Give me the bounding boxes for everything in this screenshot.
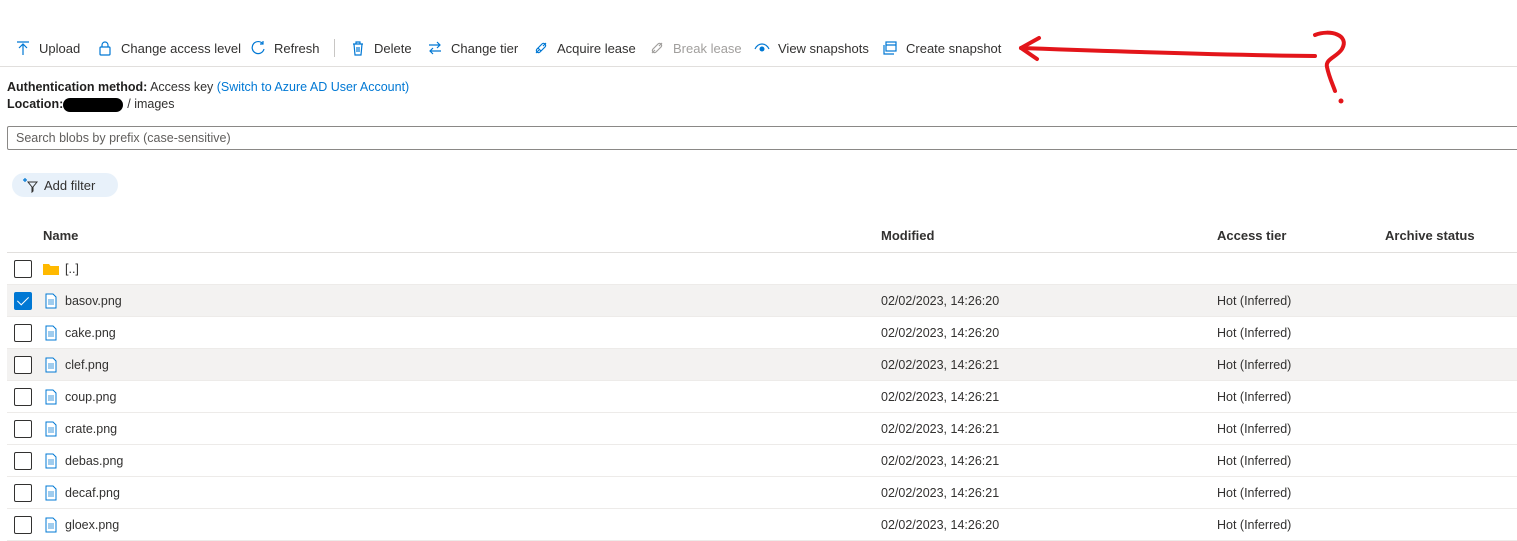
add-filter-button[interactable]: Add filter bbox=[12, 173, 118, 197]
blob-access-tier: Hot (Inferred) bbox=[1217, 294, 1292, 308]
blob-name[interactable]: coup.png bbox=[65, 390, 116, 404]
refresh-label: Refresh bbox=[274, 40, 320, 56]
column-header-archive-status[interactable]: Archive status bbox=[1385, 228, 1475, 243]
auth-method-value: Access key bbox=[150, 80, 214, 94]
delete-button[interactable]: Delete bbox=[350, 38, 412, 58]
row-checkbox[interactable] bbox=[14, 516, 32, 534]
table-row[interactable]: basov.png 02/02/2023, 14:26:20 Hot (Inferr… bbox=[7, 285, 1517, 317]
view-snapshots-button[interactable]: View snapshots bbox=[754, 38, 869, 58]
create-snapshot-button[interactable]: Create snapshot bbox=[882, 38, 1001, 58]
table-row[interactable]: clef.png 02/02/2023, 14:26:21 Hot (Inferre… bbox=[7, 349, 1517, 381]
blob-modified: 02/02/2023, 14:26:20 bbox=[881, 518, 1000, 532]
table-row[interactable]: cake.png 02/02/2023, 14:26:20 Hot (Inferre… bbox=[7, 317, 1517, 349]
command-bar: Upload Change access level Refresh Delet… bbox=[0, 30, 1517, 67]
redacted-container-name bbox=[63, 97, 124, 112]
row-checkbox[interactable] bbox=[14, 292, 32, 310]
file-icon bbox=[45, 485, 57, 501]
swap-arrows-icon bbox=[429, 41, 441, 55]
snapshot-icon bbox=[883, 41, 897, 55]
blob-name[interactable]: crate.png bbox=[65, 422, 117, 436]
blob-access-tier: Hot (Inferred) bbox=[1217, 486, 1292, 500]
blob-access-tier: Hot (Inferred) bbox=[1217, 518, 1292, 532]
location-label: Location: bbox=[7, 97, 64, 111]
location-path: / images bbox=[127, 97, 175, 111]
refresh-button[interactable]: Refresh bbox=[250, 38, 320, 58]
column-header-name[interactable]: Name bbox=[43, 228, 78, 243]
file-icon bbox=[45, 293, 57, 309]
table-row[interactable]: crate.png 02/02/2023, 14:26:21 Hot (Inferr… bbox=[7, 413, 1517, 445]
blob-name[interactable]: debas.png bbox=[65, 454, 123, 468]
add-filter-label: Add filter bbox=[44, 177, 96, 193]
change-tier-button[interactable]: Change tier bbox=[427, 38, 518, 58]
refresh-icon bbox=[251, 40, 265, 55]
file-icon bbox=[45, 389, 57, 405]
row-checkbox[interactable] bbox=[14, 420, 32, 438]
column-header-modified[interactable]: Modified bbox=[881, 228, 934, 243]
file-icon bbox=[45, 357, 57, 373]
add-filter-icon bbox=[23, 178, 38, 193]
acquire-lease-label: Acquire lease bbox=[557, 40, 636, 56]
row-checkbox[interactable] bbox=[14, 324, 32, 342]
blob-access-tier: Hot (Inferred) bbox=[1217, 326, 1292, 340]
file-icon bbox=[45, 421, 57, 437]
broken-link-icon bbox=[651, 42, 663, 54]
delete-label: Delete bbox=[374, 40, 412, 56]
blob-name[interactable]: gloex.png bbox=[65, 518, 119, 532]
blob-name[interactable]: cake.png bbox=[65, 326, 116, 340]
table-row[interactable]: gloex.png 02/02/2023, 14:26:20 Hot (Inferr… bbox=[7, 509, 1517, 541]
link-icon bbox=[535, 42, 547, 54]
blob-modified: 02/02/2023, 14:26:20 bbox=[881, 294, 1000, 308]
acquire-lease-button[interactable]: Acquire lease bbox=[533, 38, 636, 58]
blob-name[interactable]: decaf.png bbox=[65, 486, 120, 500]
upload-button[interactable]: Upload bbox=[15, 38, 80, 58]
lock-icon bbox=[99, 41, 111, 56]
upload-icon bbox=[17, 41, 29, 55]
file-icon bbox=[45, 517, 57, 533]
toolbar-divider bbox=[334, 39, 335, 57]
blob-modified: 02/02/2023, 14:26:21 bbox=[881, 486, 1000, 500]
row-checkbox[interactable] bbox=[14, 452, 32, 470]
create-snapshot-label: Create snapshot bbox=[906, 40, 1002, 56]
auth-method-label: Authentication method: bbox=[7, 80, 148, 94]
break-lease-button[interactable]: Break lease bbox=[649, 38, 742, 58]
blob-modified: 02/02/2023, 14:26:20 bbox=[881, 326, 1000, 340]
view-snapshots-label: View snapshots bbox=[778, 40, 869, 56]
blob-modified: 02/02/2023, 14:26:21 bbox=[881, 422, 1000, 436]
folder-icon bbox=[43, 264, 59, 275]
blob-access-tier: Hot (Inferred) bbox=[1217, 358, 1292, 372]
search-blobs-input[interactable] bbox=[7, 126, 1517, 150]
blob-access-tier: Hot (Inferred) bbox=[1217, 390, 1292, 404]
blob-name[interactable]: clef.png bbox=[65, 358, 109, 372]
table-row[interactable]: debas.png 02/02/2023, 14:26:21 Hot (Inferr… bbox=[7, 445, 1517, 477]
row-checkbox[interactable] bbox=[14, 484, 32, 502]
change-access-level-button[interactable]: Change access level bbox=[97, 38, 241, 58]
blob-modified: 02/02/2023, 14:26:21 bbox=[881, 454, 1000, 468]
switch-auth-link[interactable]: (Switch to Azure AD User Account) bbox=[217, 80, 409, 94]
table-row[interactable]: decaf.png 02/02/2023, 14:26:21 Hot (Inferr… bbox=[7, 477, 1517, 509]
row-checkbox[interactable] bbox=[14, 388, 32, 406]
blob-access-tier: Hot (Inferred) bbox=[1217, 422, 1292, 436]
blob-name[interactable]: basov.png bbox=[65, 294, 122, 308]
break-lease-label: Break lease bbox=[673, 40, 742, 56]
auth-method-line: Authentication method: Access key (Switc… bbox=[7, 79, 409, 95]
file-icon bbox=[45, 325, 57, 341]
row-checkbox[interactable] bbox=[14, 356, 32, 374]
change-access-level-label: Change access level bbox=[121, 40, 241, 56]
eye-icon bbox=[754, 43, 770, 52]
blob-modified: 02/02/2023, 14:26:21 bbox=[881, 358, 1000, 372]
blob-modified: 02/02/2023, 14:26:21 bbox=[881, 390, 1000, 404]
row-checkbox[interactable] bbox=[14, 260, 32, 278]
change-tier-label: Change tier bbox=[451, 40, 519, 56]
parent-folder-row[interactable]: [..] bbox=[7, 253, 1517, 285]
file-icon bbox=[45, 453, 57, 469]
blob-access-tier: Hot (Inferred) bbox=[1217, 454, 1292, 468]
column-header-access-tier[interactable]: Access tier bbox=[1217, 228, 1286, 243]
trash-icon bbox=[353, 41, 363, 56]
table-row[interactable]: coup.png 02/02/2023, 14:26:21 Hot (Inferre… bbox=[7, 381, 1517, 413]
blob-name[interactable]: [..] bbox=[65, 262, 79, 276]
upload-label: Upload bbox=[39, 40, 81, 56]
location-line: Location: / images bbox=[7, 96, 175, 112]
